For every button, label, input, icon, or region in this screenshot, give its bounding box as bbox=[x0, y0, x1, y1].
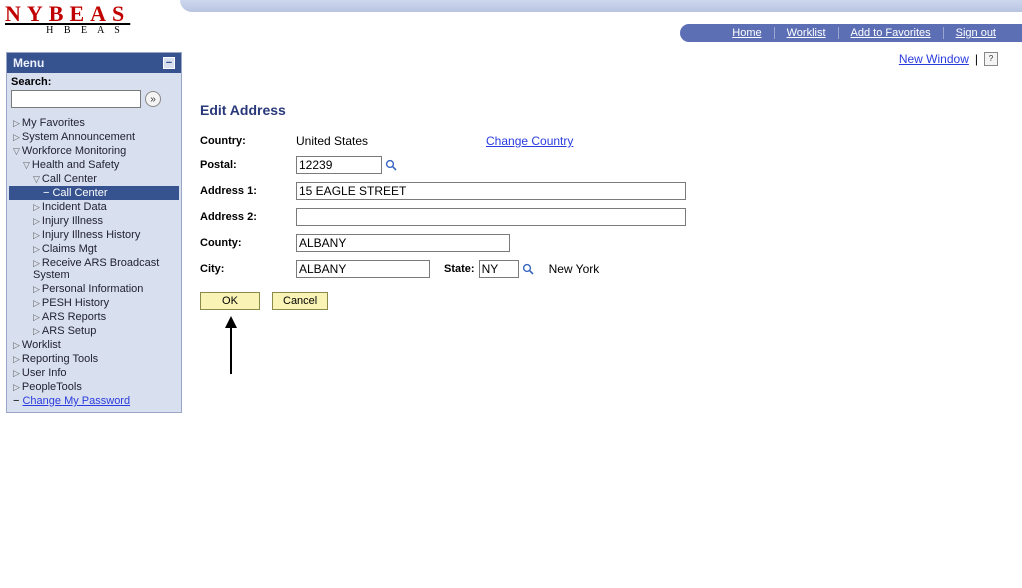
nav-receive-ars[interactable]: ▷Receive ARS Broadcast System bbox=[9, 256, 179, 282]
lookup-state-icon[interactable] bbox=[521, 262, 535, 276]
nav-ars-setup[interactable]: ▷ARS Setup bbox=[9, 324, 179, 338]
nav-sign-out[interactable]: Sign out bbox=[943, 27, 1008, 39]
help-icon[interactable]: ? bbox=[984, 52, 998, 66]
nav-personal-info[interactable]: ▷Personal Information bbox=[9, 282, 179, 296]
search-label: Search: bbox=[11, 76, 177, 88]
nav-system-announcement[interactable]: ▷System Announcement bbox=[9, 130, 179, 144]
cancel-button[interactable]: Cancel bbox=[272, 292, 328, 310]
state-input[interactable] bbox=[479, 260, 519, 278]
nav-injury-illness-history[interactable]: ▷Injury Illness History bbox=[9, 228, 179, 242]
nav-workforce-monitoring[interactable]: ▽Workforce Monitoring bbox=[9, 144, 179, 158]
nav-health-safety[interactable]: ▽Health and Safety bbox=[9, 158, 179, 172]
nav-injury-illness[interactable]: ▷Injury Illness bbox=[9, 214, 179, 228]
label-county: County: bbox=[200, 237, 296, 249]
ok-button[interactable]: OK bbox=[200, 292, 260, 310]
county-input[interactable] bbox=[296, 234, 510, 252]
nav-add-favorites[interactable]: Add to Favorites bbox=[838, 27, 943, 39]
address2-input[interactable] bbox=[296, 208, 686, 226]
nav-tree: ▷My Favorites ▷System Announcement ▽Work… bbox=[7, 114, 181, 412]
label-postal: Postal: bbox=[200, 159, 296, 171]
value-country: United States bbox=[296, 134, 486, 148]
nav-incident-data[interactable]: ▷Incident Data bbox=[9, 200, 179, 214]
state-name: New York bbox=[549, 262, 600, 276]
page-title: Edit Address bbox=[200, 102, 1000, 118]
nav-pesh-history[interactable]: ▷PESH History bbox=[9, 296, 179, 310]
search-input[interactable] bbox=[11, 90, 141, 108]
nav-worklist-menu[interactable]: ▷Worklist bbox=[9, 338, 179, 352]
nav-claims-mgt[interactable]: ▷Claims Mgt bbox=[9, 242, 179, 256]
sidebar: Menu − Search: » ▷My Favorites ▷System A… bbox=[6, 52, 182, 413]
nav-worklist[interactable]: Worklist bbox=[774, 27, 838, 39]
nav-user-info[interactable]: ▷User Info bbox=[9, 366, 179, 380]
lookup-postal-icon[interactable] bbox=[384, 158, 398, 172]
logo-main: NYBEAS bbox=[5, 1, 165, 27]
search-go-icon[interactable]: » bbox=[145, 91, 161, 107]
new-window-link[interactable]: New Window bbox=[899, 52, 969, 66]
nav-peopletools[interactable]: ▷PeopleTools bbox=[9, 380, 179, 394]
label-address1: Address 1: bbox=[200, 185, 296, 197]
header-swoosh bbox=[180, 0, 1022, 12]
label-state: State: bbox=[444, 263, 475, 275]
top-nav: Home Worklist Add to Favorites Sign out bbox=[680, 24, 1022, 42]
nav-call-center-folder[interactable]: ▽Call Center bbox=[9, 172, 179, 186]
menu-title: Menu bbox=[13, 56, 44, 70]
change-country-link[interactable]: Change Country bbox=[486, 134, 573, 148]
label-address2: Address 2: bbox=[200, 211, 296, 223]
link-separator: | bbox=[975, 52, 978, 66]
nav-reporting-tools[interactable]: ▷Reporting Tools bbox=[9, 352, 179, 366]
address1-input[interactable] bbox=[296, 182, 686, 200]
nav-home[interactable]: Home bbox=[720, 27, 773, 39]
arrow-annotation bbox=[224, 316, 238, 376]
label-city: City: bbox=[200, 263, 296, 275]
nav-my-favorites[interactable]: ▷My Favorites bbox=[9, 116, 179, 130]
logo: NYBEAS H B E A S bbox=[5, 1, 165, 36]
nav-call-center[interactable]: − Call Center bbox=[9, 186, 179, 200]
postal-input[interactable] bbox=[296, 156, 382, 174]
city-input[interactable] bbox=[296, 260, 430, 278]
minimize-icon[interactable]: − bbox=[163, 57, 175, 69]
label-country: Country: bbox=[200, 135, 296, 147]
nav-ars-reports[interactable]: ▷ARS Reports bbox=[9, 310, 179, 324]
nav-change-password[interactable]: − Change My Password bbox=[9, 394, 179, 408]
